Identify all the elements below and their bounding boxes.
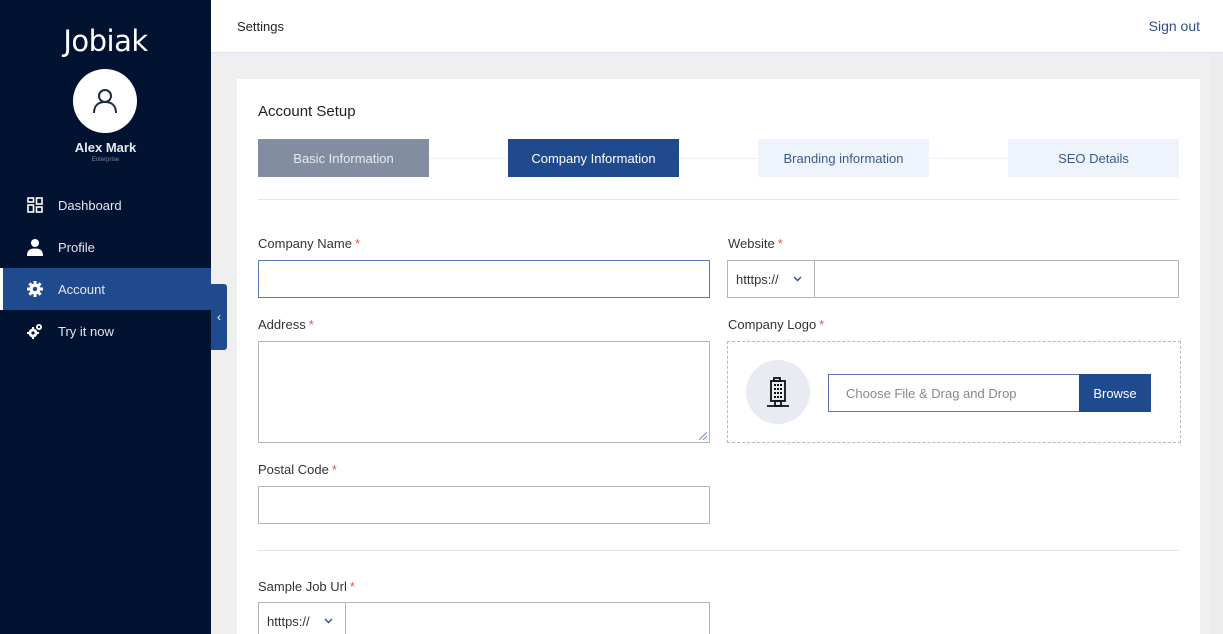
resize-grip-icon[interactable] [699,432,707,440]
sidebar-item-label: Dashboard [58,197,122,213]
address-label: Address * [258,317,314,332]
website-input[interactable] [815,261,1178,297]
sidebar-item-account[interactable]: Account [0,268,211,310]
address-textarea[interactable] [258,341,710,443]
sample-job-url-field: htttps:// [258,602,710,634]
sample-job-url-protocol-select[interactable]: htttps:// [259,603,346,634]
user-plan: Enterprise [91,157,120,163]
divider [258,199,1179,200]
user-name: Alex Mark [74,140,137,155]
sidebar-nav: Dashboard Profile Account Try it now [0,184,211,352]
step-company-information[interactable]: Company Information [508,139,679,177]
account-setup-card: Account Setup Basic Information Company … [237,79,1200,634]
browse-button[interactable]: Browse [1079,374,1151,412]
chevron-down-icon [793,274,802,285]
user-icon [26,238,44,256]
website-protocol-select[interactable]: htttps:// [728,261,815,297]
step-basic-information[interactable]: Basic Information [258,139,429,177]
sign-out-link[interactable]: Sign out [1149,18,1200,34]
gears-icon [26,322,44,340]
sidebar-item-label: Account [58,281,105,297]
website-label: Website * [728,236,783,251]
logo-dropzone[interactable]: Choose File & Drag and Drop Browse [727,341,1181,443]
sample-job-url-label: Sample Job Url * [258,579,355,594]
company-logo-label: Company Logo * [728,317,825,332]
user-outline-icon [93,89,117,114]
chevron-left-icon: ‹ [217,310,221,324]
company-name-label: Company Name * [258,236,360,251]
required-mark: * [331,462,337,477]
website-field: htttps:// [727,260,1179,298]
avatar[interactable] [73,69,137,133]
page-title: Settings [237,19,284,34]
gear-icon [26,280,44,298]
company-name-input[interactable] [258,260,710,298]
page-scrollbar[interactable] [1210,53,1223,634]
required-mark: * [354,236,360,251]
sidebar: Jobiak Alex Mark Enterprise Dashboard Pr… [0,0,211,634]
sidebar-item-profile[interactable]: Profile [0,226,211,268]
sidebar-item-dashboard[interactable]: Dashboard [0,184,211,226]
app-logo: Jobiak [63,24,148,58]
choose-file-field[interactable]: Choose File & Drag and Drop [828,374,1079,412]
topbar: Settings Sign out [211,0,1223,53]
divider [258,550,1179,551]
sample-job-url-input[interactable] [346,603,709,634]
chevron-down-icon [324,616,333,627]
postal-code-input[interactable] [258,486,710,524]
logo-preview [746,360,810,424]
postal-code-label: Postal Code * [258,462,337,477]
building-icon [767,377,789,407]
required-mark: * [308,317,314,332]
address-wrapper [258,341,710,443]
dashboard-grid-icon [26,196,44,214]
sidebar-item-label: Profile [58,239,95,255]
step-branding-information[interactable]: Branding information [758,139,929,177]
step-seo-details[interactable]: SEO Details [1008,139,1179,177]
required-mark: * [349,579,355,594]
required-mark: * [819,317,825,332]
sidebar-item-label: Try it now [58,323,114,339]
required-mark: * [777,236,783,251]
sidebar-item-try-it-now[interactable]: Try it now [0,310,211,352]
card-title: Account Setup [258,103,356,120]
setup-steps: Basic Information Company Information Br… [258,139,1179,177]
sidebar-collapse-button[interactable]: ‹ [211,284,227,350]
